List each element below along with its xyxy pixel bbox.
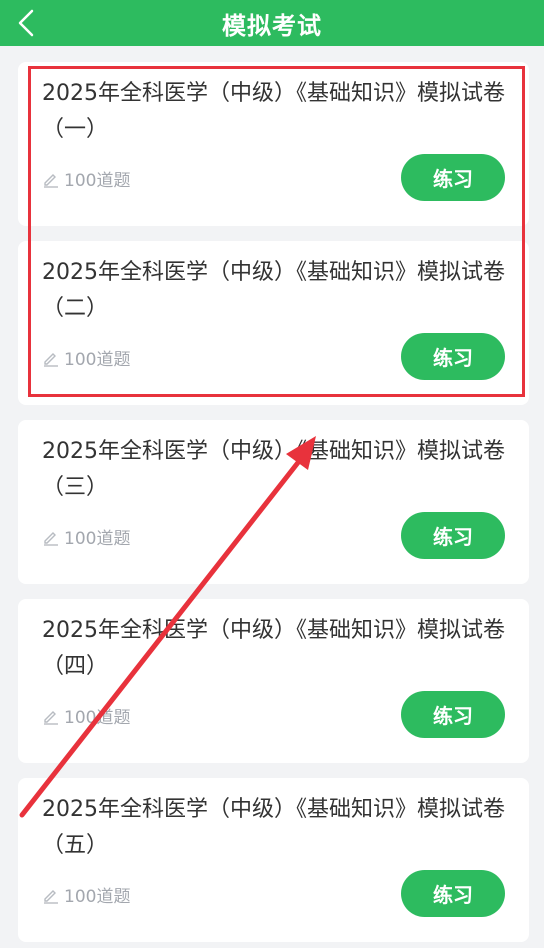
exam-card[interactable]: 2025年全科医学（中级）《基础知识》模拟试卷（四） 100道题 练习 bbox=[18, 599, 529, 763]
pencil-icon bbox=[44, 531, 58, 546]
practice-button[interactable]: 练习 bbox=[401, 154, 505, 201]
chevron-left-icon bbox=[18, 9, 34, 37]
page-title: 模拟考试 bbox=[222, 11, 322, 40]
question-count: 100道题 bbox=[42, 524, 130, 549]
exam-title: 2025年全科医学（中级）《基础知识》模拟试卷（二） bbox=[42, 260, 505, 321]
question-count: 100道题 bbox=[42, 345, 130, 370]
question-count-label: 100道题 bbox=[64, 529, 131, 549]
practice-button[interactable]: 练习 bbox=[401, 870, 505, 917]
pencil-icon bbox=[44, 889, 58, 904]
exam-card[interactable]: 2025年全科医学（中级）《基础知识》模拟试卷（三） 100道题 练习 bbox=[18, 420, 529, 584]
question-count-label: 100道题 bbox=[64, 887, 131, 907]
exam-card[interactable]: 2025年全科医学（中级）《基础知识》模拟试卷（一） 100道题 练习 bbox=[18, 62, 529, 226]
exam-title: 2025年全科医学（中级）《基础知识》模拟试卷（四） bbox=[42, 618, 505, 679]
question-count: 100道题 bbox=[42, 882, 130, 907]
question-count: 100道题 bbox=[42, 166, 130, 191]
practice-button[interactable]: 练习 bbox=[401, 333, 505, 380]
practice-button[interactable]: 练习 bbox=[401, 512, 505, 559]
exam-title: 2025年全科医学（中级）《基础知识》模拟试卷（一） bbox=[42, 81, 505, 142]
pencil-icon bbox=[44, 352, 58, 367]
question-count-label: 100道题 bbox=[64, 350, 131, 370]
exam-card[interactable]: 2025年全科医学（中级）《基础知识》模拟试卷（五） 100道题 练习 bbox=[18, 778, 529, 942]
back-button[interactable] bbox=[12, 7, 44, 39]
question-count-label: 100道题 bbox=[64, 171, 131, 191]
pencil-icon bbox=[44, 173, 58, 188]
exam-title: 2025年全科医学（中级）《基础知识》模拟试卷（三） bbox=[42, 439, 505, 500]
exam-title: 2025年全科医学（中级）《基础知识》模拟试卷（五） bbox=[42, 797, 505, 858]
exam-card[interactable]: 2025年全科医学（中级）《基础知识》模拟试卷（二） 100道题 练习 bbox=[18, 241, 529, 405]
practice-button[interactable]: 练习 bbox=[401, 691, 505, 738]
app-header: 模拟考试 bbox=[0, 0, 544, 46]
question-count: 100道题 bbox=[42, 703, 130, 728]
pencil-icon bbox=[44, 710, 58, 725]
question-count-label: 100道题 bbox=[64, 708, 131, 728]
